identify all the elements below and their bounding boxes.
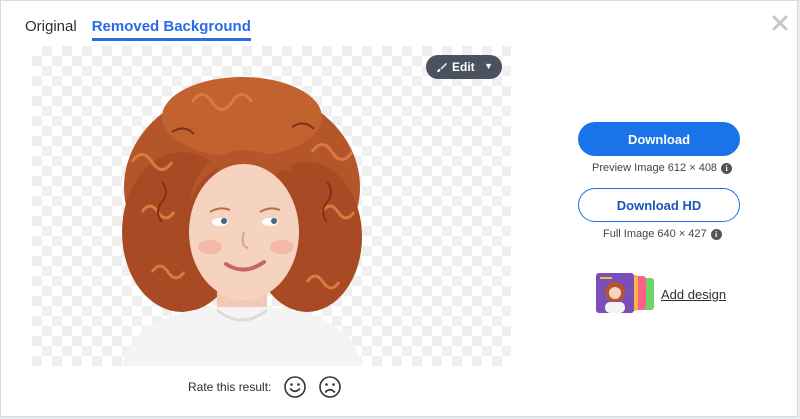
rating-bar: Rate this result: xyxy=(188,375,353,399)
close-icon[interactable] xyxy=(770,13,790,33)
preview-image-info: Preview Image 612 × 408 i xyxy=(592,162,733,174)
download-button[interactable]: Download xyxy=(578,122,740,156)
caret-down-icon[interactable]: ▼ xyxy=(484,61,493,71)
info-icon[interactable]: i xyxy=(721,162,733,174)
background-removal-dialog: Original Removed Background Edit ▼ Rate … xyxy=(0,0,798,417)
frown-icon[interactable] xyxy=(318,375,342,399)
smile-icon[interactable] xyxy=(283,375,307,399)
subject-cutout-image xyxy=(122,77,362,366)
edit-label: Edit xyxy=(452,60,475,74)
info-icon[interactable]: i xyxy=(710,228,722,240)
edit-button[interactable]: Edit ▼ xyxy=(426,55,502,79)
brush-icon xyxy=(437,62,447,72)
full-image-info: Full Image 640 × 427 i xyxy=(603,228,722,240)
full-size-text: Full Image 640 × 427 xyxy=(603,228,707,240)
add-design-link[interactable]: Add design xyxy=(661,287,726,302)
image-preview xyxy=(32,46,511,366)
download-hd-button[interactable]: Download HD xyxy=(578,188,740,222)
tab-removed-background[interactable]: Removed Background xyxy=(91,18,251,41)
design-card-purple xyxy=(596,273,634,313)
view-tabs: Original Removed Background xyxy=(25,18,251,41)
rate-label: Rate this result: xyxy=(188,380,272,394)
preview-size-text: Preview Image 612 × 408 xyxy=(592,162,718,174)
design-templates-thumbnail[interactable] xyxy=(596,273,658,313)
portrait-thumbnail-icon xyxy=(600,277,625,313)
edit-main-action[interactable]: Edit xyxy=(426,60,482,74)
tab-original[interactable]: Original xyxy=(25,18,77,41)
